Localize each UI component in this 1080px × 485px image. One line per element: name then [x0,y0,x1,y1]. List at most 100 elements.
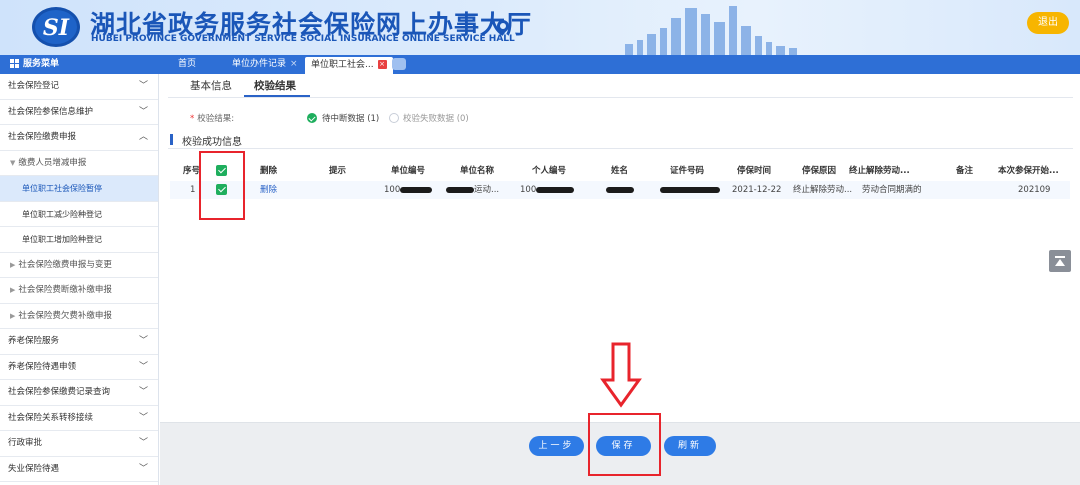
redaction-mark [606,186,634,193]
tab-home[interactable]: 首页 [172,55,202,74]
col-start: 本次参保开始... [998,166,1059,176]
redaction-mark [660,186,720,193]
redaction-mark [400,186,433,193]
sidebar-item-label: 社会保险参保缴费记录查询 [8,387,111,397]
chevron-down-icon: ﹀ [138,438,148,448]
city-skyline-image [625,6,797,55]
sidebar-item-member-change[interactable]: ▼ 缴费人员增减申报 [0,151,158,176]
site-header: SI 湖北省政务服务社会保险网上办事大厅 HUBEI PROVINCE GOVE… [0,0,1080,55]
logout-button[interactable]: 退出 [1027,12,1069,34]
sidebar-item-label: 单位职工增加险种登记 [22,235,102,244]
sidebar-item-label: 社会保险费断缴补缴申报 [18,285,112,295]
sidebar-item-add-insurance[interactable]: 单位职工增加险种登记 [0,227,158,253]
chevron-up-icon: ︿ [138,132,148,142]
chevron-down-icon: ﹀ [138,361,148,372]
chevron-down-icon: ﹀ [138,463,148,474]
tab-unit-records-label: 单位办件记录 [232,59,287,69]
sidebar-item-payment-query[interactable]: 社会保险参保缴费记录查询 ﹀ [0,380,158,406]
chevron-down-icon: ﹀ [138,106,148,117]
sidebar-item-arrears-payment[interactable]: ▶ 社会保险费欠费补缴申报 [0,304,158,329]
sidebar-item-label: 社会保险关系转移接续 [8,412,94,423]
col-stop-reason: 停保原因 [802,166,837,176]
triangle-right-icon: ▶ [10,311,16,320]
col-unit-no: 单位编号 [391,166,426,176]
row-person-no-text: 100 [520,185,537,195]
tab-employee-suspension-label: 单位职工社会... [311,60,374,70]
grid-menu-icon [10,59,19,68]
redaction-mark [446,186,474,193]
site-subtitle: HUBEI PROVINCE GOVERNMENT SERVICE SOCIAL… [91,34,515,44]
section-accent-bar [170,134,173,145]
sidebar-item-label: 单位职工社会保险暂停 [22,184,102,193]
sidebar-item-label: 社会保险参保信息维护 [8,106,94,117]
highlight-box-save [588,413,661,476]
sidebar-item-back-payment[interactable]: ▶ 社会保险费断缴补缴申报 [0,278,158,304]
col-remark: 备注 [956,166,974,176]
result-label-text: 校验结果: [197,114,235,124]
sidebar-item-unemployment[interactable]: 失业保险待遇 ﹀ [0,457,158,482]
radio-failed-data[interactable] [389,113,399,123]
sidebar-item-label: 行政审批 [8,438,43,448]
option-pending-label: 待中断数据 (1) [322,114,380,124]
close-icon[interactable]: × [377,60,387,69]
sidebar-item-label: 社会保险登记 [8,81,60,91]
close-icon[interactable]: × [290,55,298,74]
sidebar-item-label: 单位职工减少险种登记 [22,209,102,219]
col-delete: 删除 [260,166,278,176]
sidebar-item-pension-service[interactable]: 养老保险服务 ﹀ [0,329,158,355]
chevron-down-icon: ﹀ [138,336,148,346]
row-stop-reason: 终止解除劳动... [793,185,853,195]
col-id-no: 证件号码 [670,166,705,176]
sidebar-item-registration[interactable]: 社会保险登记 ﹀ [0,74,158,100]
table-row[interactable]: 1 删除 100 运动... 100 2021-12-22 终止解除劳动... … [170,181,1070,199]
sidebar-item-declaration-change[interactable]: ▶ 社会保险缴费申报与变更 [0,253,158,278]
sidebar-item-suspension[interactable]: 单位职工社会保险暂停 [0,176,158,202]
row-id-no [660,181,720,199]
row-unit-name: 运动... [446,181,499,199]
tab-home-label: 首页 [178,59,197,69]
row-delete-link[interactable]: 删除 [260,181,277,199]
tab-unit-records[interactable]: 单位办件记录 × [226,55,304,74]
highlight-box-checkbox [199,151,245,220]
tab-validation-result[interactable]: 校验结果 [254,78,296,93]
sidebar-item-approval[interactable]: 行政审批 ﹀ [0,431,158,457]
down-arrow-annotation [600,342,642,408]
col-hint: 提示 [329,166,347,176]
col-stop-date: 停保时间 [737,166,772,176]
option-failed-label: 校验失败数据 (0) [403,114,469,124]
active-tab-indicator [244,95,310,97]
top-nav-bar: 服务菜单 首页 单位办件记录 × 单位职工社会... × [0,55,1080,74]
sidebar-item-transfer[interactable]: 社会保险关系转移接续 ﹀ [0,406,158,431]
redaction-mark [536,186,575,193]
radio-pending-data[interactable] [307,113,317,123]
sidebar-item-label: 养老保险服务 [8,336,60,346]
table-header: 序号 删除 提示 单位编号 单位名称 个人编号 姓名 证件号码 停保时间 停保原… [170,162,1070,180]
tab-basic-info[interactable]: 基本信息 [190,78,232,93]
sidebar-item-label: 社会保险费欠费补缴申报 [18,310,112,321]
si-logo: SI [32,7,80,47]
prev-step-button[interactable]: 上一步 [529,436,584,456]
section-divider [168,148,1073,149]
sidebar-item-label: 养老保险待遇申领 [8,361,77,372]
refresh-button[interactable]: 刷新 [664,436,716,456]
col-unit-name: 单位名称 [460,166,495,176]
triangle-right-icon: ▶ [10,260,16,269]
col-name: 姓名 [611,166,629,176]
tab-employee-suspension[interactable]: 单位职工社会... × [305,57,393,74]
sidebar-item-info-maintenance[interactable]: 社会保险参保信息维护 ﹀ [0,100,158,125]
sidebar-item-label: 社会保险缴费申报与变更 [18,259,112,270]
col-terminate: 终止解除劳动... [849,166,910,176]
scroll-top-button[interactable] [1049,250,1071,272]
sidebar-item-reduce-insurance[interactable]: 单位职工减少险种登记 [0,202,158,227]
sidebar-item-contribution-declaration[interactable]: 社会保险缴费申报 ︿ [0,125,158,151]
tab-more-icon[interactable] [392,58,406,70]
row-start: 202109 [1018,185,1051,195]
triangle-down-icon: ▼ [10,158,16,167]
row-terminate: 劳动合同期满的 [862,185,922,195]
validation-result-label: * 校验结果: [190,112,234,124]
triangle-right-icon: ▶ [10,286,16,294]
logo-text: SI [42,15,70,41]
row-unit-no-text: 100 [384,185,401,195]
row-name [606,181,634,199]
sidebar-item-pension-claim[interactable]: 养老保险待遇申领 ﹀ [0,355,158,380]
